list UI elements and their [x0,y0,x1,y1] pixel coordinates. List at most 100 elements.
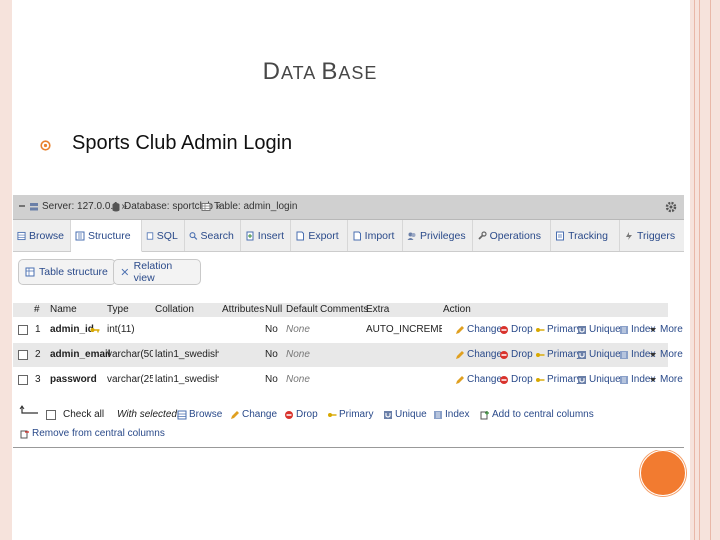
tab-privileges[interactable]: Privileges [403,220,473,251]
bulk-index-button[interactable]: Index [433,409,469,420]
arrow-left-icon [19,205,25,207]
row-primary-button[interactable]: Primary [535,349,581,360]
breadcrumb-table-label: Table: admin_login [214,201,298,212]
drop-icon [500,350,508,359]
row-default: None [286,374,310,385]
row-checkbox[interactable] [18,350,28,360]
row-extra: AUTO_INCREMENT [366,324,442,335]
row-unique-button[interactable]: Unique [577,324,621,335]
row-actions: Change Drop Primary Unique Index More [443,349,683,363]
row-primary-button[interactable]: Primary [535,374,581,385]
tab-operations[interactable]: Operations [473,220,552,251]
row-checkbox[interactable] [18,375,28,385]
arrow-up-icon [19,405,38,414]
col-comments[interactable]: Comments [320,304,368,315]
row-change-button[interactable]: Change [455,349,502,360]
row-unique-button[interactable]: Unique [577,349,621,360]
slide-left-border [0,0,12,540]
col-default[interactable]: Default [286,304,318,315]
drop-icon [285,410,293,419]
tab-structure[interactable]: Structure [71,220,142,252]
pencil-icon [456,375,464,384]
insert-icon [246,231,254,240]
slide-right-line [710,0,711,540]
primary-key-icon [536,352,545,357]
col-type[interactable]: Type [107,304,129,315]
row-more-button[interactable]: More [648,324,683,335]
pencil-icon [456,325,464,334]
col-collation[interactable]: Collation [155,304,194,315]
search-icon [189,231,198,240]
col-extra[interactable]: Extra [366,304,389,315]
index-icon [434,410,442,419]
row-drop-button[interactable]: Drop [499,324,533,335]
col-null[interactable]: Null [265,304,282,315]
row-more-button[interactable]: More [648,374,683,385]
row-null: No [265,324,278,335]
tab-tracking[interactable]: Tracking [551,220,620,251]
row-collation: latin1_swedish_ci [155,374,219,385]
col-attributes[interactable]: Attributes [222,304,264,315]
row-primary-button[interactable]: Primary [535,324,581,335]
row-null: No [265,349,278,360]
gear-icon[interactable] [665,201,677,213]
bulk-drop-button[interactable]: Drop [284,409,318,420]
table-structure-button[interactable]: Table structure [18,259,116,285]
primary-key-icon [328,412,337,417]
bulk-change-button[interactable]: Change [230,409,277,420]
privileges-icon [407,232,416,240]
server-icon [30,202,38,210]
tab-import[interactable]: Import [348,220,404,251]
breadcrumb-table[interactable]: Table: admin_login [201,201,297,212]
database-icon [112,202,120,211]
check-all-label[interactable]: Check all [63,409,104,420]
bulk-unique-button[interactable]: Unique [383,409,427,420]
table-structure-icon [25,267,35,277]
bulk-primary-button[interactable]: Primary [327,409,373,420]
tab-triggers[interactable]: Triggers [620,220,684,251]
tab-sql[interactable]: SQL [142,220,185,251]
drop-icon [500,325,508,334]
row-default: None [286,324,310,335]
row-change-button[interactable]: Change [455,324,502,335]
tab-insert[interactable]: Insert [241,220,292,251]
row-num: 1 [35,324,41,335]
breadcrumb-arrow[interactable] [17,201,27,211]
tab-export[interactable]: Export [291,220,348,251]
tracking-icon [556,231,565,240]
relation-view-button[interactable]: Relation view [113,259,201,285]
col-name[interactable]: Name [50,304,77,315]
row-drop-button[interactable]: Drop [499,349,533,360]
row-type: varchar(250) [107,374,153,385]
table-icon [201,202,211,211]
unique-icon [578,375,586,384]
index-icon [620,325,628,334]
row-unique-button[interactable]: Unique [577,374,621,385]
with-selected-label: With selected: [117,409,180,420]
divider [13,447,684,448]
row-checkbox[interactable] [18,325,28,335]
unique-icon [578,325,586,334]
primary-key-icon [536,327,545,332]
remove-central-columns-button[interactable]: Remove from central columns [20,428,165,439]
primary-key-icon [90,328,100,333]
export-icon [296,231,305,240]
row-more-button[interactable]: More [648,349,683,360]
row-type: varchar(50) [107,349,153,360]
row-name: password [50,374,97,385]
drop-icon [500,375,508,384]
check-all-checkbox[interactable] [46,410,56,420]
add-central-columns-button[interactable]: Add to central columns [480,409,594,420]
row-change-button[interactable]: Change [455,374,502,385]
tab-search[interactable]: Search [185,220,241,251]
bulk-browse-button[interactable]: Browse [177,409,222,420]
bullet-icon [40,140,51,151]
row-drop-button[interactable]: Drop [499,374,533,385]
tab-browse[interactable]: Browse [13,220,71,251]
col-action: Action [443,304,471,315]
index-icon [620,350,628,359]
import-icon [353,231,361,240]
unique-icon [384,410,392,419]
structure-icon [75,231,85,240]
more-icon [650,352,656,357]
